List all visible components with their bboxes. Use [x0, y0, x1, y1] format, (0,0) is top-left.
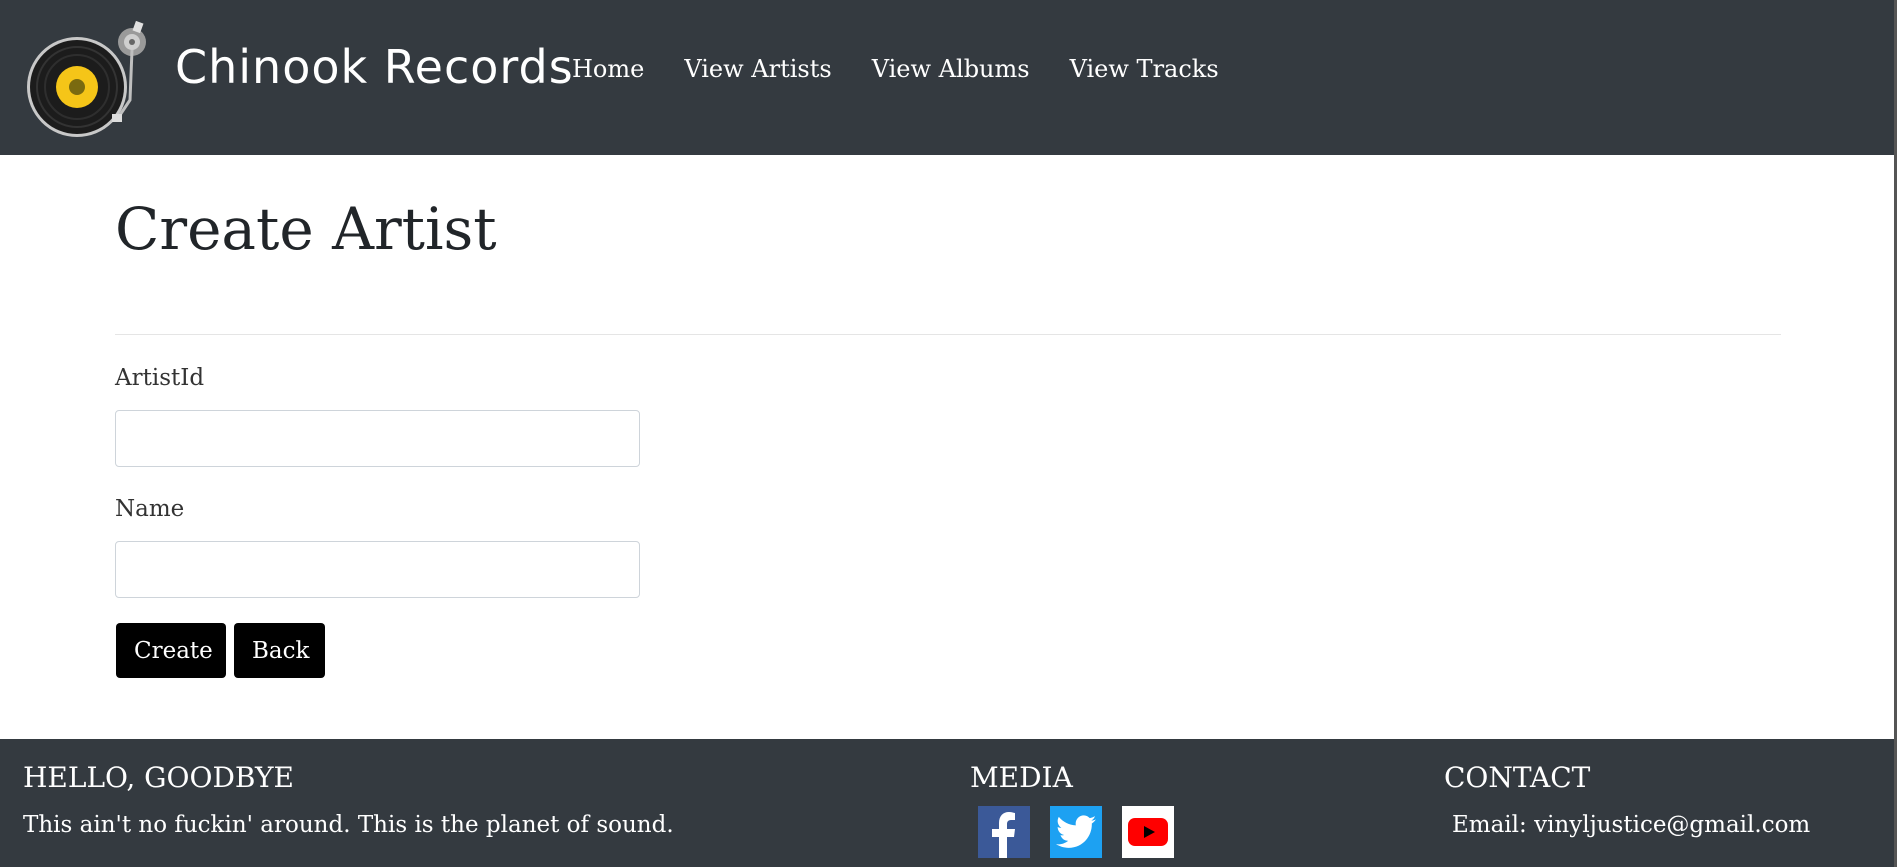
create-button[interactable]: Create	[116, 623, 226, 678]
vinyl-record-icon[interactable]	[22, 20, 152, 138]
footer-media-heading: MEDIA	[970, 761, 1073, 794]
back-button[interactable]: Back	[234, 623, 325, 678]
nav-link-view-tracks[interactable]: View Tracks	[1070, 55, 1219, 83]
page-title: Create Artist	[115, 195, 497, 263]
footer: HELLO, GOODBYE This ain't no fuckin' aro…	[0, 739, 1894, 867]
nav-link-home[interactable]: Home	[572, 55, 644, 83]
divider	[115, 334, 1781, 335]
footer-hello-section: HELLO, GOODBYE This ain't no fuckin' aro…	[23, 761, 674, 838]
brand-title[interactable]: Chinook Records	[175, 40, 574, 94]
navbar: Chinook Records Home View Artists View A…	[0, 0, 1894, 155]
footer-contact-section: CONTACT Email: vinyljustice@gmail.com	[1444, 761, 1810, 838]
footer-media-section: MEDIA	[970, 761, 1174, 858]
social-icons	[978, 806, 1174, 858]
nav-links: Home View Artists View Albums View Track…	[572, 55, 1259, 83]
name-label: Name	[115, 496, 185, 522]
artistid-input[interactable]	[115, 410, 640, 467]
facebook-icon[interactable]	[978, 806, 1030, 858]
footer-hello-text: This ain't no fuckin' around. This is th…	[23, 812, 674, 838]
youtube-icon[interactable]	[1122, 806, 1174, 858]
nav-link-view-artists[interactable]: View Artists	[684, 55, 831, 83]
artistid-label: ArtistId	[115, 365, 205, 391]
nav-link-view-albums[interactable]: View Albums	[872, 55, 1030, 83]
footer-hello-heading: HELLO, GOODBYE	[23, 761, 294, 794]
name-input[interactable]	[115, 541, 640, 598]
footer-contact-heading: CONTACT	[1444, 761, 1591, 794]
footer-contact-email: Email: vinyljustice@gmail.com	[1452, 812, 1811, 838]
twitter-icon[interactable]	[1050, 806, 1102, 858]
